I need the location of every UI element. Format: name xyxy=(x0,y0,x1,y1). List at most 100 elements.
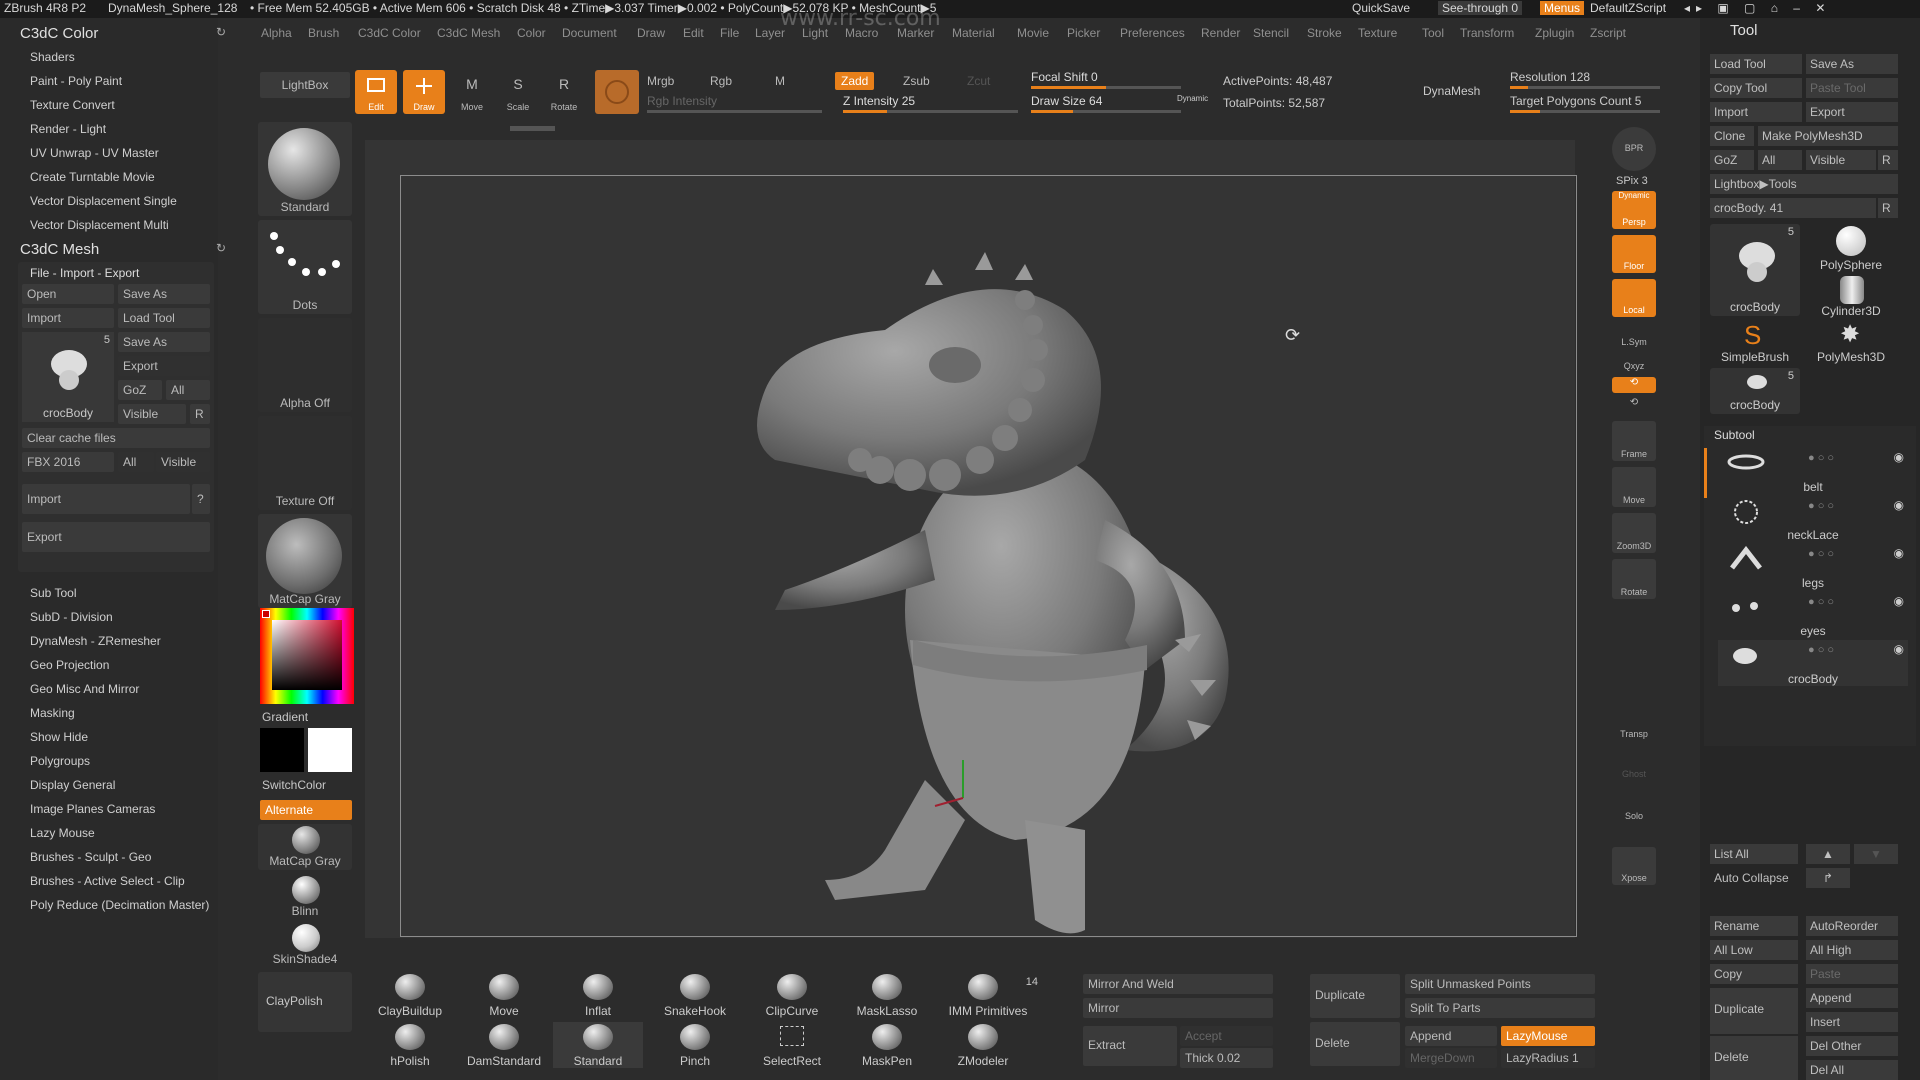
tool-thumb-simplebrush[interactable]: S SimpleBrush xyxy=(1710,320,1800,366)
default-zscript-button[interactable]: DefaultZScript xyxy=(1590,1,1666,15)
goz-all-button[interactable]: All xyxy=(1758,150,1802,170)
menus-toggle[interactable]: Menus xyxy=(1540,1,1585,15)
brush-maskpen[interactable]: MaskPen xyxy=(842,1022,932,1068)
see-through-slider[interactable]: See-through 0 xyxy=(1438,1,1523,15)
del-other-button[interactable]: Del Other xyxy=(1806,1036,1898,1056)
fbx-export-button[interactable]: Export xyxy=(22,522,210,552)
menu-item-shaders[interactable]: Shaders xyxy=(30,50,75,64)
zsub-button[interactable]: Zsub xyxy=(903,74,930,88)
menu-tool[interactable]: Tool xyxy=(1422,26,1444,40)
auto-collapse-button[interactable]: Auto Collapse xyxy=(1710,868,1798,888)
load-tool-button[interactable]: Load Tool xyxy=(1710,54,1802,74)
c3dc-mesh-header[interactable]: C3dC Mesh ↻ xyxy=(0,238,230,260)
menu-stencil[interactable]: Stencil xyxy=(1253,26,1289,40)
gradient-label[interactable]: Gradient xyxy=(262,710,308,724)
canvas-viewport[interactable]: ⟳ xyxy=(365,140,1577,938)
del-all-button[interactable]: Del All xyxy=(1806,1060,1898,1080)
export-tool-button[interactable]: Export xyxy=(1806,102,1898,122)
menu-item-geo-projection[interactable]: Geo Projection xyxy=(30,658,109,672)
append-subtool-button[interactable]: Append xyxy=(1806,988,1898,1008)
thick-slider[interactable]: Thick 0.02 xyxy=(1180,1048,1273,1068)
insert-subtool-button[interactable]: Insert xyxy=(1806,1012,1898,1032)
brush-claybuildup[interactable]: ClayBuildup xyxy=(365,972,455,1018)
delete-button[interactable]: Delete xyxy=(1310,1022,1400,1066)
menu-zscript[interactable]: Zscript xyxy=(1590,26,1626,40)
append-button[interactable]: Append xyxy=(1405,1026,1497,1046)
menu-item-texture-convert[interactable]: Texture Convert xyxy=(30,98,115,112)
visibility-eye-icon[interactable]: ◉ xyxy=(1894,546,1904,560)
menu-color[interactable]: Color xyxy=(517,26,546,40)
z-intensity-track[interactable] xyxy=(843,110,1018,113)
menu-preferences[interactable]: Preferences xyxy=(1120,26,1185,40)
menu-material[interactable]: Material xyxy=(952,26,995,40)
draw-mode-button[interactable]: Draw xyxy=(403,70,445,114)
import-button[interactable]: Import xyxy=(22,308,114,328)
menu-render[interactable]: Render xyxy=(1201,26,1240,40)
fbx-help-button[interactable]: ? xyxy=(192,484,210,514)
lazyradius-slider[interactable]: LazyRadius 1 xyxy=(1501,1048,1595,1068)
current-tool-slider[interactable]: crocBody. 41 xyxy=(1710,198,1876,218)
alpha-selector[interactable]: Alpha Off xyxy=(258,318,352,412)
accept-button[interactable]: Accept xyxy=(1180,1026,1273,1046)
goz-visible-button[interactable]: Visible xyxy=(118,404,186,424)
scale-mode-button[interactable]: S Scale xyxy=(497,70,539,114)
subtool-toggles[interactable]: ● ○ ○ xyxy=(1808,644,1834,656)
clone-button[interactable]: Clone xyxy=(1710,126,1754,146)
window-controls[interactable]: ◂▸ ▣ ▢ ⌂ – ✕ xyxy=(1684,1,1831,15)
menu-item-polypaint[interactable]: Paint - Poly Paint xyxy=(30,74,122,88)
draw-size-track[interactable] xyxy=(1031,110,1181,113)
secondary-color-swatch[interactable] xyxy=(308,728,352,772)
copy-subtool-button[interactable]: Copy xyxy=(1710,964,1798,984)
bpr-render-button[interactable]: BPR xyxy=(1612,127,1656,171)
m-button[interactable]: M xyxy=(775,74,785,88)
menu-item-display-general[interactable]: Display General xyxy=(30,778,115,792)
menu-transform[interactable]: Transform xyxy=(1460,26,1514,40)
rotate-mode-button[interactable]: R Rotate xyxy=(543,70,585,114)
menu-item-polygroups[interactable]: Polygroups xyxy=(30,754,90,768)
brush-hpolish[interactable]: hPolish xyxy=(365,1022,455,1068)
goz-all-button[interactable]: All xyxy=(166,380,210,400)
subtool-crocbody[interactable]: ● ○ ○ ◉ crocBody xyxy=(1718,640,1908,686)
brush-clipcurve[interactable]: ClipCurve xyxy=(747,972,837,1018)
goz-visible-button[interactable]: Visible xyxy=(1806,150,1876,170)
resolution-slider[interactable]: Resolution 128 xyxy=(1510,70,1590,84)
refresh-icon[interactable]: ↻ xyxy=(216,25,226,39)
menu-document[interactable]: Document xyxy=(562,26,617,40)
subtool-toggles[interactable]: ● ○ ○ xyxy=(1808,596,1834,608)
move-view-button[interactable]: Move xyxy=(1612,467,1656,507)
transp-button[interactable]: Transp xyxy=(1612,705,1656,741)
subtool-legs[interactable]: ● ○ ○ ◉ legs xyxy=(1718,544,1908,590)
ghost-button[interactable]: Ghost xyxy=(1612,745,1656,781)
all-high-button[interactable]: All High xyxy=(1806,940,1898,960)
mergedown-button[interactable]: MergeDown xyxy=(1405,1048,1497,1068)
switchcolor-button[interactable]: SwitchColor xyxy=(262,778,326,792)
toolbar-scroll-handle[interactable] xyxy=(510,126,555,131)
main-color-swatch[interactable] xyxy=(260,728,304,772)
all-low-button[interactable]: All Low xyxy=(1710,940,1798,960)
goz-r-button[interactable]: R xyxy=(190,404,210,424)
frame-button[interactable]: Frame xyxy=(1612,421,1656,461)
xyz-button[interactable]: Qxyz xyxy=(1612,353,1656,373)
lightbox-button[interactable]: LightBox xyxy=(260,72,350,98)
duplicate-button[interactable]: Duplicate xyxy=(1310,974,1400,1018)
material-selector[interactable]: MatCap Gray xyxy=(258,514,352,608)
lightbox-tools-button[interactable]: Lightbox▶Tools xyxy=(1710,174,1898,194)
save-as-tool-button[interactable]: Save As xyxy=(1806,54,1898,74)
menu-item-image-planes[interactable]: Image Planes Cameras xyxy=(30,802,155,816)
menu-file[interactable]: File xyxy=(720,26,739,40)
subtool-eyes[interactable]: ● ○ ○ ◉ eyes xyxy=(1718,592,1908,638)
fbx-visible-button[interactable]: Visible xyxy=(156,452,210,472)
menu-picker[interactable]: Picker xyxy=(1067,26,1100,40)
move-up-arrow-icon[interactable]: ▲ xyxy=(1806,844,1850,864)
menu-alpha[interactable]: Alpha xyxy=(261,26,292,40)
subtool-toggles[interactable]: ● ○ ○ xyxy=(1808,452,1834,464)
z-intensity-slider[interactable]: Z Intensity 25 xyxy=(843,94,915,108)
tool-thumb-cylinder3d[interactable]: Cylinder3D xyxy=(1806,274,1896,320)
delete-subtool-button[interactable]: Delete xyxy=(1710,1036,1798,1080)
matcap-gray-material[interactable]: MatCap Gray xyxy=(258,824,352,870)
visibility-eye-icon[interactable]: ◉ xyxy=(1894,498,1904,512)
paste-tool-button[interactable]: Paste Tool xyxy=(1806,78,1898,98)
c3dc-color-header[interactable]: C3dC Color ↻ xyxy=(0,22,230,44)
brush-inflat[interactable]: Inflat xyxy=(553,972,643,1018)
brush-damstandard[interactable]: DamStandard xyxy=(459,1022,549,1068)
